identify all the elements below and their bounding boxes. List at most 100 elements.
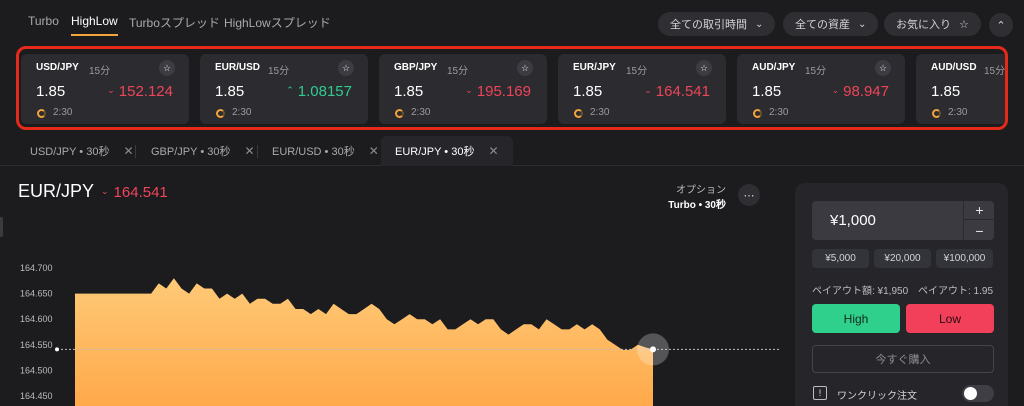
chevron-down-icon: ⌄: [858, 18, 867, 30]
close-icon[interactable]: ✕: [369, 144, 379, 158]
minus-icon[interactable]: −: [964, 221, 995, 240]
star-icon[interactable]: ☆: [159, 60, 175, 76]
ticker-price: ⌄ 195.169: [465, 83, 531, 100]
plus-icon[interactable]: +: [964, 201, 995, 220]
timer-icon: [37, 109, 46, 118]
one-click-toggle[interactable]: [962, 385, 994, 402]
chart-tab-label: EUR/USD • 30秒: [272, 146, 355, 158]
ticker-payout: 1.85: [752, 83, 782, 100]
tab-turbo[interactable]: Turbo: [28, 14, 59, 28]
collapse-button[interactable]: ⌃: [989, 13, 1013, 37]
y-tick-label: 164.700: [20, 263, 53, 273]
ticker-strip: USD/JPY 15分 ☆ 1.85 ⌄ 152.124 2:30 EUR/USD…: [16, 46, 1008, 130]
ticker-period: 15分: [268, 66, 290, 77]
ticker-pair: EUR/JPY: [573, 62, 616, 73]
toggle-knob: [964, 387, 977, 400]
current-price-dot: [650, 346, 656, 353]
one-click-icon: !: [813, 386, 827, 400]
ticker-price: ⌄ 98.947: [831, 83, 889, 100]
amount-value: ¥1,000: [830, 212, 876, 229]
ticker-pair: AUD/USD: [931, 62, 977, 73]
tab-turbo-spread[interactable]: Turboスプレッド: [129, 14, 220, 31]
star-icon[interactable]: ☆: [338, 60, 354, 76]
side-handle[interactable]: [0, 217, 3, 237]
price-chart[interactable]: 164.700 164.650 164.600 164.550 164.500 164.4…: [0, 250, 780, 406]
chart-tab-label: GBP/JPY • 30秒: [151, 146, 231, 158]
assets-label: 全ての資産: [795, 19, 850, 31]
option-type: Turbo • 30秒: [668, 200, 726, 211]
ticker-card[interactable]: AUD/USD 15分 1.85 2:30: [916, 54, 1006, 124]
close-icon[interactable]: ✕: [123, 144, 133, 158]
chevron-up-icon: ⌃: [996, 19, 1006, 32]
ticker-pair: USD/JPY: [36, 62, 79, 73]
timer-icon: [395, 109, 404, 118]
y-tick-label: 164.500: [20, 365, 53, 375]
trading-hours-filter[interactable]: 全ての取引時間 ⌄: [658, 12, 776, 36]
ticker-timer: 2:30: [53, 107, 73, 118]
ticker-payout: 1.85: [394, 83, 424, 100]
amount-stepper: + −: [963, 201, 995, 240]
tab-divider: [257, 145, 258, 158]
ticker-pair: AUD/JPY: [752, 62, 796, 73]
ticker-payout: 1.85: [36, 83, 66, 100]
close-icon[interactable]: ✕: [488, 144, 498, 158]
star-icon[interactable]: ☆: [696, 60, 712, 76]
ticker-pair: GBP/JPY: [394, 62, 438, 73]
chart-tab-active[interactable]: EUR/JPY • 30秒 ✕: [381, 136, 513, 166]
ticker-period: 15分: [447, 66, 469, 77]
timer-icon: [753, 109, 762, 118]
amount-input[interactable]: ¥1,000 + −: [812, 201, 995, 240]
preset-100000-button[interactable]: ¥100,000: [936, 249, 993, 268]
timer-icon: [574, 109, 583, 118]
star-icon[interactable]: ☆: [875, 60, 891, 76]
ticker-payout: 1.85: [931, 83, 961, 100]
preset-5000-button[interactable]: ¥5,000: [812, 249, 869, 268]
low-button[interactable]: Low: [906, 304, 994, 333]
ticker-period: 15分: [805, 66, 827, 77]
ticker-payout: 1.85: [573, 83, 603, 100]
asset-title: EUR/JPY: [18, 181, 95, 201]
payout-rate: ペイアウト: 1.95: [918, 286, 994, 297]
chart-tab[interactable]: USD/JPY • 30秒 ✕: [30, 136, 136, 166]
tab-highlow-spread[interactable]: HighLowスプレッド: [224, 14, 331, 31]
option-label: オプション: [676, 185, 726, 196]
high-button[interactable]: High: [812, 304, 900, 333]
arrow-down-icon: ⌄: [101, 186, 109, 196]
one-click-label: ワンクリック注文: [837, 391, 917, 402]
arrow-up-icon: ⌃: [286, 85, 294, 95]
ticker-card[interactable]: GBP/JPY 15分 ☆ 1.85 ⌄ 195.169 2:30: [379, 54, 547, 124]
close-icon[interactable]: ✕: [244, 144, 254, 158]
preset-20000-button[interactable]: ¥20,000: [874, 249, 931, 268]
ticker-timer: 2:30: [948, 107, 968, 118]
ticker-timer: 2:30: [590, 107, 610, 118]
tab-highlow[interactable]: HighLow: [71, 14, 118, 36]
y-tick-label: 164.550: [20, 340, 53, 350]
chart-tab-label: EUR/JPY • 30秒: [395, 146, 475, 158]
assets-filter[interactable]: 全ての資産 ⌄: [783, 12, 879, 36]
favorites-filter[interactable]: お気に入り ☆: [884, 12, 981, 36]
price-area: [75, 278, 653, 406]
ticker-period: 15分: [984, 66, 1006, 77]
arrow-down-icon: ⌄: [644, 85, 652, 95]
timer-icon: [216, 109, 225, 118]
ticker-timer: 2:30: [769, 107, 789, 118]
chart-tab[interactable]: EUR/USD • 30秒 ✕: [272, 136, 379, 166]
ticker-price: ⌃ 1.08157: [286, 83, 352, 100]
ticker-price: ⌄ 152.124: [107, 83, 173, 100]
star-icon: ☆: [959, 18, 969, 31]
ticker-period: 15分: [626, 66, 648, 77]
asset-price: ⌄ 164.541: [101, 184, 168, 201]
chart-tab[interactable]: GBP/JPY • 30秒 ✕: [151, 136, 258, 166]
more-options-button[interactable]: ⋯: [738, 184, 760, 206]
arrow-down-icon: ⌄: [107, 85, 115, 95]
ticker-card[interactable]: AUD/JPY 15分 ☆ 1.85 ⌄ 98.947 2:30: [737, 54, 905, 124]
ticker-card[interactable]: EUR/USD 15分 ☆ 1.85 ⌃ 1.08157 2:30: [200, 54, 368, 124]
arrow-down-icon: ⌄: [465, 85, 473, 95]
buy-now-button[interactable]: 今すぐ購入: [812, 345, 994, 373]
y-tick-label: 164.600: [20, 314, 53, 324]
ticker-payout: 1.85: [215, 83, 245, 100]
ticker-card[interactable]: USD/JPY 15分 ☆ 1.85 ⌄ 152.124 2:30: [21, 54, 189, 124]
star-icon[interactable]: ☆: [517, 60, 533, 76]
ticker-card[interactable]: EUR/JPY 15分 ☆ 1.85 ⌄ 164.541 2:30: [558, 54, 726, 124]
ticker-price: ⌄ 164.541: [644, 83, 710, 100]
